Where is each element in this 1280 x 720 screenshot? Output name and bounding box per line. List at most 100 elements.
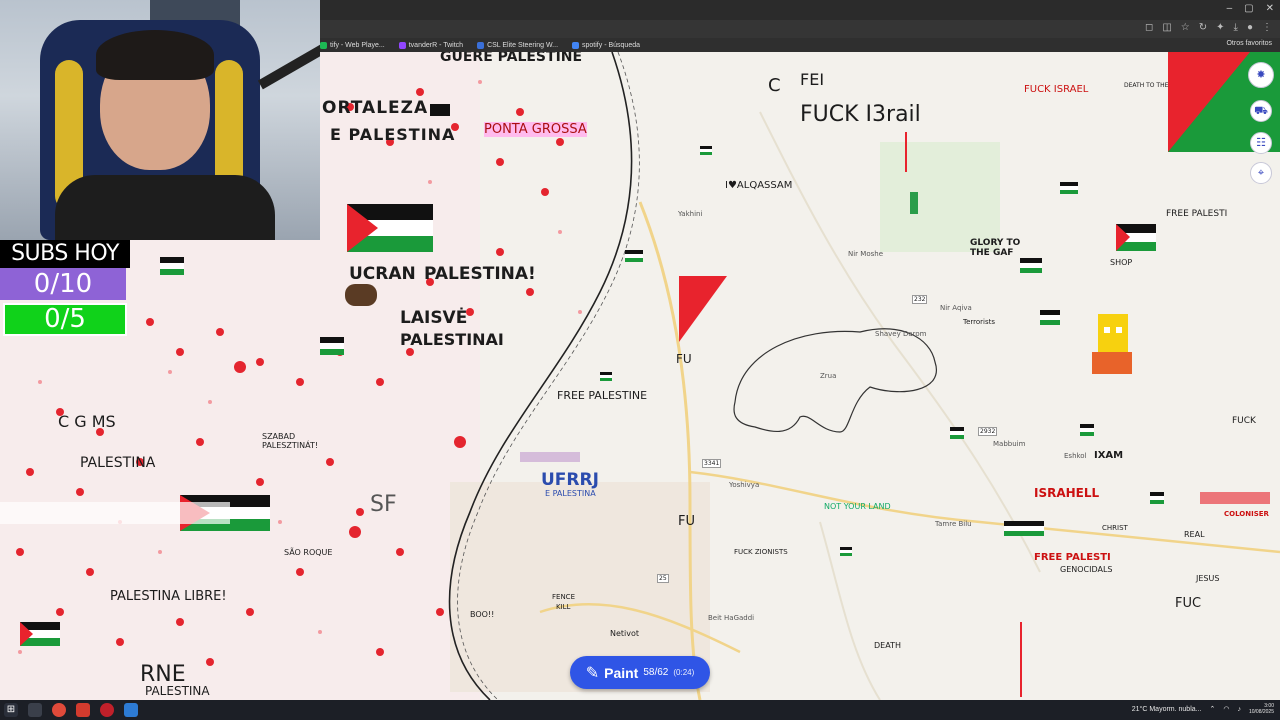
palestine-flag xyxy=(1004,521,1044,536)
palestine-flag xyxy=(347,204,433,252)
road-number: 232 xyxy=(912,295,928,304)
puzzle-icon[interactable]: ✦ xyxy=(1216,22,1224,33)
map-text: BOO!! xyxy=(470,610,495,619)
map-text: I♥ALQASSAM xyxy=(725,180,793,191)
locate-icon[interactable]: ⌖ xyxy=(1250,162,1272,184)
park-area xyxy=(880,142,1000,252)
map-text: Terrorists xyxy=(963,318,996,326)
map-text: JESUS xyxy=(1196,574,1220,583)
map-text: DEATH xyxy=(874,641,901,650)
menu-icon[interactable]: ⋮ xyxy=(1262,22,1272,33)
palestine-flag xyxy=(1116,224,1156,251)
download-icon[interactable]: ⤓ xyxy=(1234,22,1238,33)
map-text: FREE PALESTI xyxy=(1034,552,1111,563)
map-label-city: Tamre Bilu xyxy=(935,520,972,528)
map-text: E PALESTINA xyxy=(545,489,596,498)
map-text: PALESTINAI xyxy=(400,330,504,349)
map-text: CHRIST xyxy=(1102,524,1128,532)
translate-icon[interactable]: ◫ xyxy=(1162,22,1171,33)
map-text: UCRAN xyxy=(349,264,416,284)
map-text: FUCK ZIONISTS xyxy=(734,548,788,556)
map-label-city: Yakhini xyxy=(678,210,703,218)
toolbar-icons: ◻ ◫ ☆ ↻ ✦ ⤓ ● ⋮ xyxy=(1145,22,1272,33)
explorer-icon[interactable] xyxy=(124,703,138,717)
volume-icon[interactable]: ♪ xyxy=(1237,706,1241,713)
bookmark-twitch[interactable]: tvanderR - Twitch xyxy=(398,41,463,49)
palette-icon[interactable]: ✸ xyxy=(1248,62,1274,88)
store-icon[interactable]: ⛟ xyxy=(1250,100,1272,122)
paint-cooldown: (0:24) xyxy=(673,668,695,677)
red-line xyxy=(905,132,907,172)
subs-title: SUBS HOY xyxy=(0,240,130,268)
window-controls: – ▢ ✕ xyxy=(1227,3,1274,14)
map-text: NOT YOUR LAND xyxy=(824,502,891,511)
webcam-feed xyxy=(0,0,320,240)
map-text: FREE PALESTINE xyxy=(557,389,648,402)
pencil-icon: ✎ xyxy=(585,664,600,682)
app-icon[interactable] xyxy=(76,703,90,717)
map-text: PONTA GROSSA xyxy=(484,122,587,137)
profile-icon[interactable]: ● xyxy=(1247,22,1253,33)
map-text: PALESTINA LIBRE! xyxy=(110,589,227,604)
map-text: PALESTINA xyxy=(80,455,156,471)
road xyxy=(689,470,1280,554)
map-text: PALESTINA! xyxy=(424,264,536,284)
map-text: FREE PALESTI xyxy=(1166,209,1228,219)
hand-drawn-outline xyxy=(733,328,938,433)
other-bookmarks[interactable]: Otros favoritos xyxy=(1226,40,1272,47)
map-text: FUCK ISRAEL xyxy=(1024,84,1089,95)
screen: – ▢ ✕ ◻ ◫ ☆ ↻ ✦ ⤓ ● ⋮ tify - Web Playe..… xyxy=(0,0,1280,720)
map-label-city: Nir Aqiva xyxy=(940,304,972,312)
road-number: 2932 xyxy=(978,427,998,436)
map-text: REAL xyxy=(1184,530,1205,539)
cartoon-pixel-art xyxy=(1092,314,1132,374)
map-text: C xyxy=(768,75,781,96)
map-text: FEI xyxy=(800,70,825,89)
pixel-block xyxy=(520,452,580,462)
pixel-block xyxy=(1200,492,1270,504)
map-text: FU xyxy=(676,352,692,366)
wifi-icon[interactable]: ◠ xyxy=(1223,705,1229,713)
bookmark-spotify-search[interactable]: spotify - Búsqueda xyxy=(572,41,640,49)
clock[interactable]: 3:00 10/08/2025 xyxy=(1249,703,1274,715)
address-bar[interactable]: ◻ ◫ ☆ ↻ ✦ ⤓ ● ⋮ xyxy=(320,20,1280,38)
extension-icon[interactable]: ◻ xyxy=(1145,22,1153,33)
map-text: FUCK xyxy=(1232,416,1256,426)
star-icon[interactable]: ☆ xyxy=(1181,22,1190,33)
bookmark-csl[interactable]: CSL Elite Steering W... xyxy=(477,41,558,49)
map-text: SHOP xyxy=(1110,258,1133,267)
map-text: E PALESTINA xyxy=(330,125,456,144)
bookmarks-bar: tify - Web Playe... tvanderR - Twitch CS… xyxy=(320,38,1280,52)
map-text: FU xyxy=(678,514,695,529)
map-text: FENCE xyxy=(552,593,575,601)
leaderboard-icon[interactable]: ☷ xyxy=(1250,132,1272,154)
map-text: GUERE PALESTINE xyxy=(440,52,583,65)
weather-widget[interactable]: 21°C Mayorm. nubla... xyxy=(1132,706,1202,713)
refresh-icon[interactable]: ↻ xyxy=(1199,22,1207,33)
tray-arrow-icon[interactable]: ⌃ xyxy=(1209,705,1215,713)
clock-date: 10/08/2025 xyxy=(1248,709,1274,715)
maximize-icon[interactable]: ▢ xyxy=(1244,3,1253,14)
bookmark-spotify-web[interactable]: tify - Web Playe... xyxy=(320,41,385,49)
red-line xyxy=(1020,622,1022,697)
spotify-icon xyxy=(320,41,327,49)
paint-button[interactable]: ✎ Paint 58/62 (0:24) xyxy=(570,656,710,689)
twitch-icon xyxy=(398,41,406,49)
obs-icon[interactable] xyxy=(100,703,114,717)
minimize-icon[interactable]: – xyxy=(1227,3,1233,14)
map-label-city: Mabbuim xyxy=(993,440,1026,448)
map-label-city: Shavey Darom xyxy=(875,330,927,338)
map-text: KILL xyxy=(556,603,571,611)
start-icon[interactable]: ⊞ xyxy=(4,703,18,717)
map-text: SÃO ROQUE xyxy=(284,548,333,557)
map-text: FUC xyxy=(1175,596,1202,611)
search-icon[interactable] xyxy=(28,703,42,717)
close-icon[interactable]: ✕ xyxy=(1266,3,1274,14)
taskbar-apps: ⊞ xyxy=(4,703,138,717)
map-text: ORTALEZA xyxy=(322,98,429,118)
map-text: PALESTINA xyxy=(145,684,210,698)
map-text: SZABAD PALESZTINÁT! xyxy=(262,432,319,450)
system-tray: 21°C Mayorm. nubla... ⌃ ◠ ♪ 3:00 10/08/2… xyxy=(1132,703,1274,715)
chrome-icon[interactable] xyxy=(52,703,66,717)
map-label-city: Yoshivya xyxy=(729,481,760,489)
